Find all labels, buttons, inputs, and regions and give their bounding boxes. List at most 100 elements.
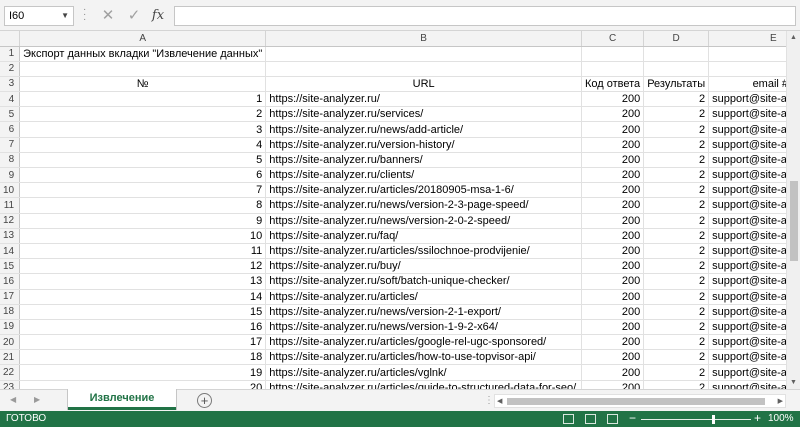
cell[interactable] [708,61,786,77]
vertical-scrollbar[interactable]: ▲ ▼ [786,31,800,389]
cell-email[interactable]: support@site-analyzer.ru [708,213,786,229]
formula-input[interactable] [174,6,796,26]
cell-num[interactable]: 8 [19,197,267,214]
cell-email[interactable]: support@site-analyzer.ru [708,273,786,290]
cell-url[interactable]: https://site-analyzer.ru/soft/batch-uniq… [265,273,582,290]
cell-results[interactable]: 2 [643,167,710,184]
cell-num[interactable]: 7 [19,182,267,199]
horizontal-scrollbar[interactable]: ◀ ▶ [494,394,786,408]
row-header[interactable]: 1 [0,46,21,62]
cell-email[interactable]: support@site-analyzer.ru [708,152,786,169]
cell-url[interactable]: https://site-analyzer.ru/news/version-2-… [265,197,582,214]
cell-num[interactable]: 3 [19,121,267,138]
cell-code[interactable]: 200 [581,91,645,108]
select-all-corner[interactable] [0,31,21,47]
cell-code[interactable]: 200 [581,137,645,153]
zoom-slider[interactable] [641,419,751,420]
header-cell-code[interactable]: Код ответа [581,76,645,93]
cell[interactable] [581,61,645,77]
cell-num[interactable]: 17 [19,334,267,351]
cell-code[interactable]: 200 [581,273,645,290]
cell-num[interactable]: 5 [19,152,267,169]
tab-split-handle-icon[interactable]: ⋮ [484,395,494,406]
cell-url[interactable]: https://site-analyzer.ru/news/add-articl… [265,121,582,138]
cell-num[interactable]: 18 [19,349,267,366]
cell-code[interactable]: 200 [581,152,645,169]
cell-results[interactable]: 2 [643,319,710,336]
cell[interactable] [19,61,267,77]
drag-handle-icon[interactable]: · · · [83,5,87,25]
cell-url[interactable]: https://site-analyzer.ru/buy/ [265,258,582,275]
cell-results[interactable]: 2 [643,121,710,138]
row-header[interactable]: 8 [0,152,21,169]
cell-url[interactable]: https://site-analyzer.ru/articles/google… [265,334,582,351]
row-header[interactable]: 20 [0,334,21,351]
page-layout-icon[interactable] [585,414,596,424]
cell-results[interactable]: 2 [643,273,710,290]
cell-url[interactable]: https://site-analyzer.ru/articles/how-to… [265,349,582,366]
cell-code[interactable]: 200 [581,304,645,320]
column-header-e[interactable]: E [708,31,786,47]
cell-url[interactable]: https://site-analyzer.ru/articles/ssiloc… [265,243,582,260]
row-header[interactable]: 17 [0,289,21,305]
zoom-out-icon[interactable]: − [629,411,636,425]
column-header-c[interactable]: C [581,31,645,47]
cell-url[interactable]: https://site-analyzer.ru/articles/vglnk/ [265,364,582,381]
header-cell-results[interactable]: Результаты [643,76,710,93]
check-icon[interactable]: ✓ [124,6,144,26]
cell-results[interactable]: 2 [643,349,710,366]
page-break-preview-icon[interactable] [607,414,618,424]
cell-url[interactable]: https://site-analyzer.ru/banners/ [265,152,582,169]
row-header[interactable]: 6 [0,121,21,138]
cell-results[interactable]: 2 [643,137,710,153]
zoom-slider-thumb[interactable] [712,415,715,424]
cell-num[interactable]: 4 [19,137,267,153]
cell-num[interactable]: 2 [19,106,267,123]
cell-url[interactable]: https://site-analyzer.ru/articles/201809… [265,182,582,199]
row-header[interactable]: 4 [0,91,21,108]
row-header[interactable]: 19 [0,319,21,336]
cell-email[interactable]: support@site-analyzer.ru [708,349,786,366]
cell-num[interactable]: 1 [19,91,267,108]
cell-code[interactable]: 200 [581,243,645,260]
scroll-up-icon[interactable]: ▲ [790,34,797,41]
cell-code[interactable]: 200 [581,258,645,275]
column-header-d[interactable]: D [643,31,710,47]
cell-email[interactable]: support@site-analyzer.ru [708,167,786,184]
cell-url[interactable]: https://site-analyzer.ru/news/version-2-… [265,213,582,229]
cell-code[interactable]: 200 [581,334,645,351]
cell-results[interactable]: 2 [643,91,710,108]
zoom-level[interactable]: 100% [768,413,794,424]
cell-results[interactable]: 2 [643,228,710,244]
cell-email[interactable]: support@site-analyzer.ru [708,106,786,123]
x-icon[interactable]: ✕ [98,6,118,26]
spreadsheet-grid[interactable]: ABCDEFG 1Экспорт данных вкладки "Извлече… [0,31,786,389]
function-icon[interactable]: fx [148,6,168,26]
cell-results[interactable]: 2 [643,258,710,275]
cell-num[interactable]: 10 [19,228,267,244]
cell-email[interactable]: support@site-analyzer.ru [708,258,786,275]
cell[interactable] [581,46,645,62]
cell-results[interactable]: 2 [643,243,710,260]
cell-results[interactable]: 2 [643,213,710,229]
row-header[interactable]: 9 [0,167,21,184]
cell-email[interactable]: support@site-analyzer.ru [708,304,786,320]
cell-email[interactable]: support@site-analyzer.ru [708,197,786,214]
row-header[interactable]: 18 [0,304,21,320]
title-cell[interactable]: Экспорт данных вкладки "Извлечение данны… [19,46,267,62]
cell-code[interactable]: 200 [581,228,645,244]
cell-num[interactable]: 16 [19,319,267,336]
cell-email[interactable]: support@site-analyzer.ru [708,182,786,199]
column-header-b[interactable]: B [265,31,582,47]
cell-results[interactable]: 2 [643,197,710,214]
cell-email[interactable]: support@site-analyzer.ru [708,319,786,336]
header-cell-num[interactable]: № [19,76,267,93]
chevron-down-icon[interactable]: ▼ [61,11,69,20]
cell-code[interactable]: 200 [581,106,645,123]
cell-code[interactable]: 200 [581,121,645,138]
cell-email[interactable]: support@site-analyzer.ru [708,380,786,389]
add-sheet-icon[interactable]: + [197,393,212,408]
row-header[interactable]: 2 [0,61,21,77]
scroll-right-icon[interactable]: ▶ [778,397,783,405]
name-box[interactable]: I60 ▼ [4,6,74,26]
